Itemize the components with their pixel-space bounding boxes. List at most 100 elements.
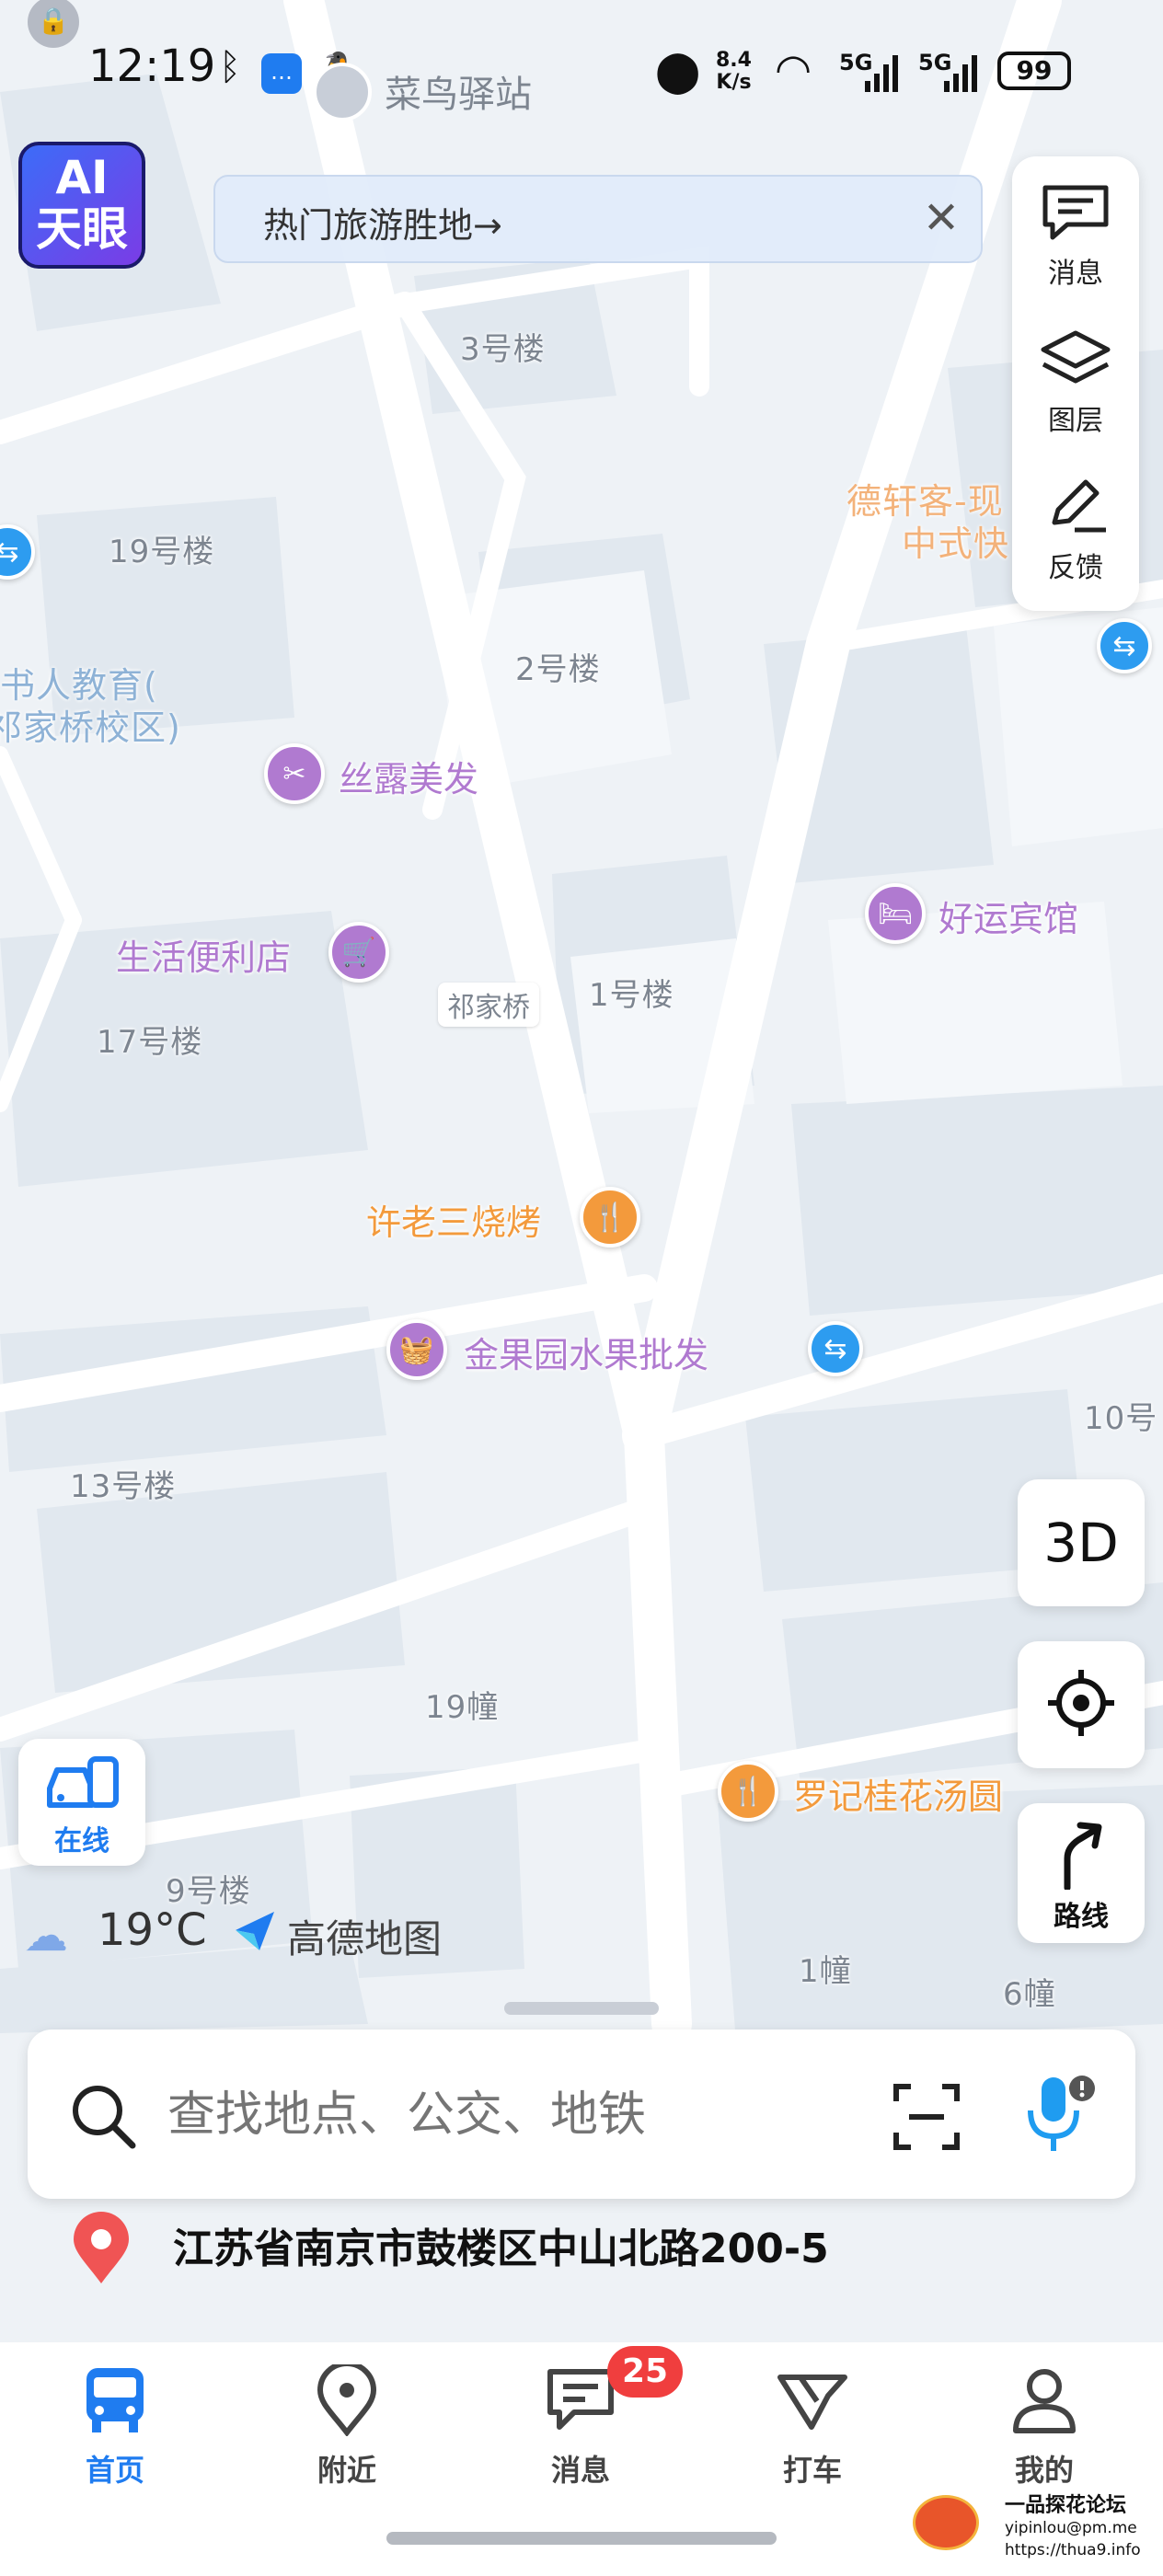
map-label-building-10: 10号 — [1084, 1400, 1158, 1437]
notification-app-name: 菜鸟驿站 — [385, 74, 532, 116]
nav-taxi[interactable]: 打车 — [743, 2364, 881, 2490]
message-icon — [1040, 182, 1111, 247]
crosshair-icon — [1044, 1666, 1118, 1743]
signal-bars-icon — [865, 53, 902, 92]
restaurant-icon[interactable]: 🍴 — [580, 1187, 640, 1248]
map-label-education-line2: 祁家桥校区) — [0, 707, 181, 748]
poi-fruit-wholesale[interactable]: 金果园水果批发 — [464, 1327, 708, 1377]
status-bar: 🔒 12:19 ᛒ … 🐧 菜鸟驿站 ⬤ 8.4 K/s ◠ 5G 5G 99 — [0, 0, 1163, 138]
map-label-building-3: 3号楼 — [460, 331, 546, 368]
side-messages-button[interactable]: 消息 — [1012, 182, 1139, 291]
map-label-dexuan-line1: 德轩客-现 — [846, 481, 1004, 522]
ai-eye-line1: AI — [55, 151, 109, 204]
side-feedback-label: 反馈 — [1048, 552, 1103, 584]
search-bar[interactable] — [28, 2030, 1135, 2199]
wifi-icon: ◠ — [775, 44, 812, 94]
nav-taxi-label: 打车 — [782, 2453, 842, 2488]
online-label: 在线 — [54, 1825, 109, 1857]
hair-salon-icon[interactable]: ✂ — [264, 743, 325, 804]
map-label-building-2: 2号楼 — [515, 651, 601, 688]
map-label-zhuang-6: 6幢 — [1003, 1976, 1056, 2013]
location-icon: ⬤ — [655, 48, 701, 95]
shopping-cart-icon[interactable]: 🛒 — [328, 922, 389, 983]
poi-bbq[interactable]: 许老三烧烤 — [366, 1194, 541, 1245]
poi-hair-salon[interactable]: 丝露美发 — [339, 751, 478, 801]
3d-toggle-label: 3D — [1043, 1512, 1119, 1574]
nav-mine-label: 我的 — [1014, 2453, 1074, 2488]
close-icon[interactable]: ✕ — [915, 191, 968, 245]
map-label-zhuang-1: 1幢 — [799, 1953, 852, 1990]
map-label-building-19: 19号楼 — [109, 534, 215, 570]
cloud-icon: ☁ — [24, 1910, 68, 1961]
restaurant-icon[interactable]: 🍴 — [718, 1761, 778, 1822]
map-label-qijiaqiao: 祁家桥 — [438, 983, 539, 1027]
side-layers-button[interactable]: 图层 — [1012, 329, 1139, 438]
network-speed: 8.4 K/s — [716, 50, 752, 94]
3d-toggle-button[interactable]: 3D — [1018, 1479, 1145, 1606]
amap-logo-text: 高德地图 — [287, 1916, 443, 1961]
chat-app-icon: … — [261, 53, 302, 94]
map-label-building-1: 1号楼 — [589, 977, 674, 1014]
messages-badge: 25 — [607, 2346, 683, 2398]
user-profile-icon — [1007, 2364, 1082, 2440]
drag-handle[interactable] — [504, 2002, 659, 2015]
promo-banner[interactable]: 热门旅游胜地→ ✕ — [213, 175, 983, 263]
car-phone-icon — [44, 1752, 121, 1818]
side-feedback-button[interactable]: 反馈 — [1012, 477, 1139, 585]
network-speed-unit: K/s — [716, 71, 752, 94]
nav-home-label: 首页 — [85, 2453, 144, 2488]
side-layers-label: 图层 — [1048, 405, 1103, 437]
watermark: 一品探花论坛 yipinlou@pm.me https://thua9.info — [1005, 2495, 1141, 2561]
edit-pen-icon — [1040, 477, 1111, 541]
signal-bars-icon — [944, 53, 981, 92]
side-messages-label: 消息 — [1048, 258, 1103, 290]
watermark-logo-icon — [913, 2495, 979, 2550]
location-pin-icon — [309, 2361, 385, 2440]
microphone-icon[interactable] — [1021, 2074, 1099, 2158]
nav-nearby[interactable]: 附近 — [278, 2361, 416, 2490]
hotel-bed-icon[interactable]: 🛏 — [865, 883, 926, 944]
taxi-flag-icon — [775, 2364, 850, 2440]
promo-banner-text: 热门旅游胜地→ — [263, 205, 502, 246]
network-speed-value: 8.4 — [716, 49, 752, 72]
nav-home[interactable]: 首页 — [46, 2364, 184, 2490]
amap-logo-icon — [232, 1908, 278, 1954]
map-label-building-17: 17号楼 — [97, 1024, 203, 1061]
locate-button[interactable] — [1018, 1641, 1145, 1768]
scan-icon[interactable] — [892, 2083, 961, 2155]
map-label-dexuan-line2: 中式快 — [902, 523, 1010, 564]
poi-hotel[interactable]: 好运宾馆 — [938, 891, 1078, 941]
ai-eye-button[interactable]: AI 天眼 — [18, 142, 145, 269]
map-label-education-line1: 书人教育( — [0, 665, 158, 706]
basket-icon[interactable]: 🧺 — [386, 1319, 447, 1380]
address-pin-icon — [68, 2212, 134, 2289]
side-menu: 消息 图层 反馈 — [1012, 156, 1139, 611]
route-label: 路线 — [1054, 1901, 1109, 1933]
poi-convenience-store[interactable]: 生活便利店 — [116, 929, 291, 980]
nav-nearby-label: 附近 — [317, 2453, 376, 2488]
current-address[interactable]: 江苏省南京市鼓楼区中山北路200-5 — [173, 2215, 829, 2274]
lock-icon: 🔒 — [28, 0, 79, 48]
map-label-building-13: 13号楼 — [70, 1468, 177, 1505]
route-button[interactable]: 路线 — [1018, 1803, 1145, 1943]
search-icon — [68, 2081, 138, 2155]
map-label-zhuang-19: 19幢 — [425, 1689, 500, 1726]
battery-icon: 99 — [997, 52, 1071, 90]
poi-sweet-soup[interactable]: 罗记桂花汤圆 — [793, 1768, 1003, 1819]
route-arrow-icon — [1049, 1822, 1113, 1893]
search-input[interactable] — [166, 2070, 887, 2160]
watermark-line2: yipinlou@pm.me — [1005, 2519, 1137, 2537]
status-time: 12:19 — [88, 40, 216, 92]
bus-stop-icon[interactable]: ⇆ — [1097, 618, 1152, 673]
watermark-line1: 一品探花论坛 — [1005, 2494, 1127, 2517]
nav-messages-label: 消息 — [550, 2453, 610, 2488]
nav-mine[interactable]: 我的 — [975, 2364, 1113, 2490]
bus-icon — [77, 2364, 153, 2440]
map-label-dexuan: 德轩客-现 中式快 — [846, 480, 1009, 565]
watermark-line3: https://thua9.info — [1005, 2541, 1141, 2559]
bluetooth-icon: ᛒ — [219, 46, 241, 88]
bus-stop-icon[interactable]: ⇆ — [808, 1321, 863, 1376]
ai-eye-line2: 天眼 — [36, 202, 128, 256]
home-indicator[interactable] — [386, 2532, 777, 2545]
online-vehicle-button[interactable]: 在线 — [18, 1739, 145, 1866]
